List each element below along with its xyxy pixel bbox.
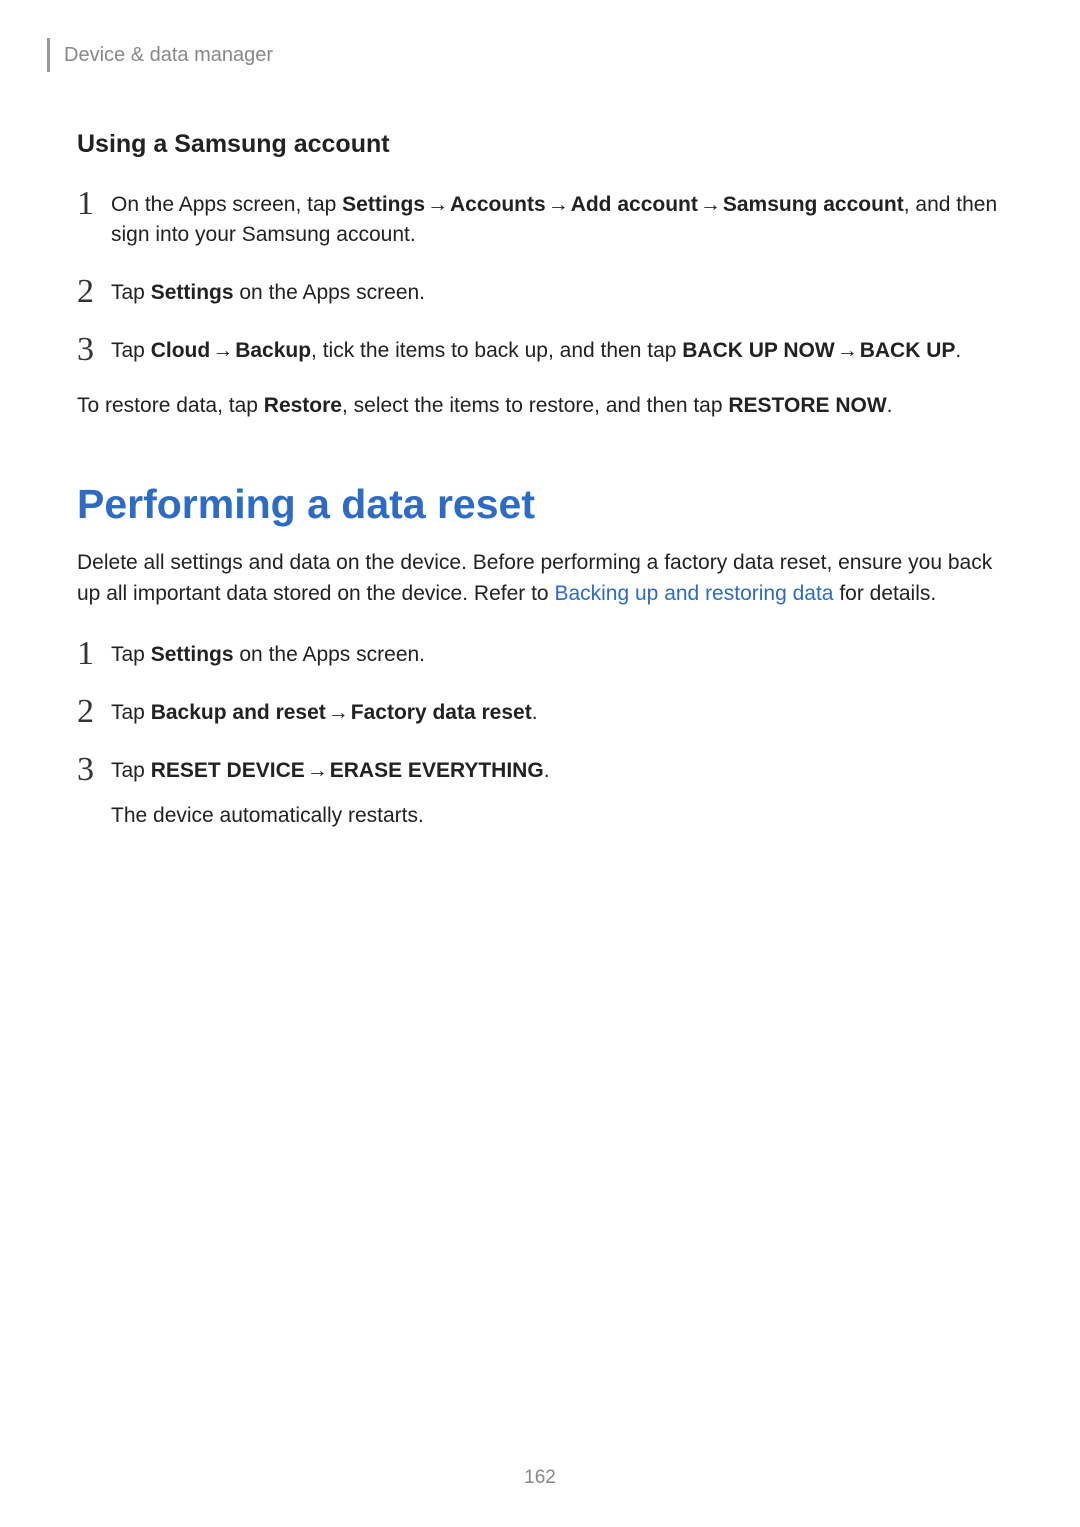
- breadcrumb: Device & data manager: [64, 44, 273, 67]
- section-title-data-reset: Performing a data reset: [77, 481, 1003, 528]
- bold-text: Settings: [342, 193, 425, 216]
- text: Tap: [111, 759, 151, 782]
- bold-text: BACK UP: [860, 339, 956, 362]
- bold-text: ERASE EVERYTHING: [330, 759, 544, 782]
- breadcrumb-container: Device & data manager: [47, 38, 1003, 72]
- text: on the Apps screen.: [234, 643, 425, 666]
- step-1: 1 On the Apps screen, tap Settings→Accou…: [77, 187, 1003, 251]
- step-2: 2 Tap Settings on the Apps screen.: [77, 275, 1003, 309]
- follow-text: The device automatically restarts.: [111, 801, 550, 831]
- reset-step-3: 3 Tap RESET DEVICE→ERASE EVERYTHING. The…: [77, 753, 1003, 831]
- text: .: [544, 759, 550, 782]
- step-3: 3 Tap Cloud→Backup, tick the items to ba…: [77, 333, 1003, 367]
- arrow-icon: →: [307, 759, 328, 782]
- text: Tap: [111, 281, 151, 304]
- text: .: [532, 701, 538, 724]
- arrow-icon: →: [212, 339, 233, 362]
- bold-text: Restore: [264, 394, 342, 417]
- page-content: Device & data manager Using a Samsung ac…: [0, 0, 1080, 831]
- bold-text: Settings: [151, 281, 234, 304]
- text: for details.: [833, 582, 936, 605]
- text: Tap: [111, 643, 151, 666]
- reset-step-1: 1 Tap Settings on the Apps screen.: [77, 637, 1003, 671]
- bold-text: Backup and reset: [151, 701, 326, 724]
- text: on the Apps screen.: [234, 281, 425, 304]
- text: Tap: [111, 339, 151, 362]
- text: To restore data, tap: [77, 394, 264, 417]
- text: .: [955, 339, 961, 362]
- step-number: 1: [77, 187, 107, 251]
- link-backing-up[interactable]: Backing up and restoring data: [554, 582, 833, 605]
- arrow-icon: →: [837, 339, 858, 362]
- step-number: 2: [77, 275, 107, 309]
- arrow-icon: →: [700, 193, 721, 216]
- intro-paragraph: Delete all settings and data on the devi…: [77, 548, 1003, 609]
- breadcrumb-divider: [47, 38, 50, 72]
- step-content: Tap Settings on the Apps screen.: [111, 275, 425, 309]
- text: , select the items to restore, and then …: [342, 394, 728, 417]
- arrow-icon: →: [328, 701, 349, 724]
- bold-text: Cloud: [151, 339, 210, 362]
- arrow-icon: →: [548, 193, 569, 216]
- bold-text: Backup: [235, 339, 311, 362]
- restore-paragraph: To restore data, tap Restore, select the…: [77, 391, 1003, 421]
- reset-step-2: 2 Tap Backup and reset→Factory data rese…: [77, 695, 1003, 729]
- bold-text: Add account: [571, 193, 698, 216]
- step-number: 2: [77, 695, 107, 729]
- bold-text: BACK UP NOW: [682, 339, 834, 362]
- step-number: 3: [77, 753, 107, 831]
- text: On the Apps screen, tap: [111, 193, 342, 216]
- subsection-title-samsung-account: Using a Samsung account: [77, 130, 1003, 159]
- step-content: Tap RESET DEVICE→ERASE EVERYTHING. The d…: [111, 753, 550, 831]
- step-content: Tap Cloud→Backup, tick the items to back…: [111, 333, 961, 367]
- page-number: 162: [0, 1467, 1080, 1489]
- arrow-icon: →: [427, 193, 448, 216]
- text: .: [887, 394, 893, 417]
- bold-text: Accounts: [450, 193, 546, 216]
- bold-text: Settings: [151, 643, 234, 666]
- text: Tap: [111, 701, 151, 724]
- step-content: Tap Backup and reset→Factory data reset.: [111, 695, 538, 729]
- bold-text: RESTORE NOW: [728, 394, 886, 417]
- step-number: 1: [77, 637, 107, 671]
- bold-text: Factory data reset: [351, 701, 532, 724]
- bold-text: RESET DEVICE: [151, 759, 305, 782]
- step-number: 3: [77, 333, 107, 367]
- step-content: On the Apps screen, tap Settings→Account…: [111, 187, 1003, 251]
- bold-text: Samsung account: [723, 193, 904, 216]
- step-content: Tap Settings on the Apps screen.: [111, 637, 425, 671]
- text: , tick the items to back up, and then ta…: [311, 339, 682, 362]
